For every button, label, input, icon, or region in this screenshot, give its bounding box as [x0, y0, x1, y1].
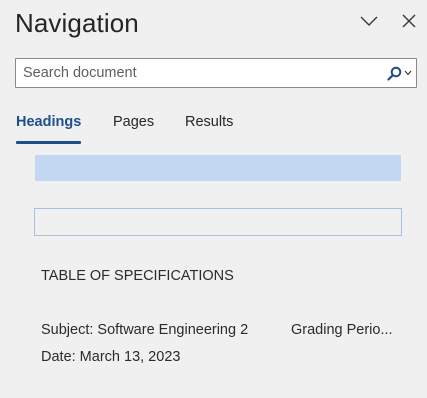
heading-subject[interactable]: Subject: Software Engineering 2 [41, 322, 248, 338]
heading-table-of-specifications[interactable]: TABLE OF SPECIFICATIONS [41, 268, 234, 284]
heading-grading-period[interactable]: Grading Perio... [291, 322, 393, 338]
close-icon [402, 14, 416, 28]
search-icon [386, 66, 401, 81]
search-input[interactable] [16, 59, 382, 87]
search-box [15, 58, 417, 88]
tab-pages[interactable]: Pages [113, 114, 154, 146]
heading-date[interactable]: Date: March 13, 2023 [41, 349, 180, 365]
heading-item-empty[interactable] [34, 208, 402, 236]
caret-down-icon [404, 70, 411, 76]
chevron-down-icon [360, 16, 378, 26]
heading-item-selected[interactable] [35, 155, 401, 181]
search-options-button[interactable] [382, 59, 416, 87]
tab-results[interactable]: Results [185, 114, 233, 146]
close-pane-button[interactable] [397, 9, 421, 33]
pane-title: Navigation [15, 8, 139, 38]
tab-headings[interactable]: Headings [16, 114, 82, 146]
navigation-pane: Navigation Headings Pages Results TABLE [0, 0, 427, 398]
collapse-pane-button[interactable] [357, 9, 381, 33]
